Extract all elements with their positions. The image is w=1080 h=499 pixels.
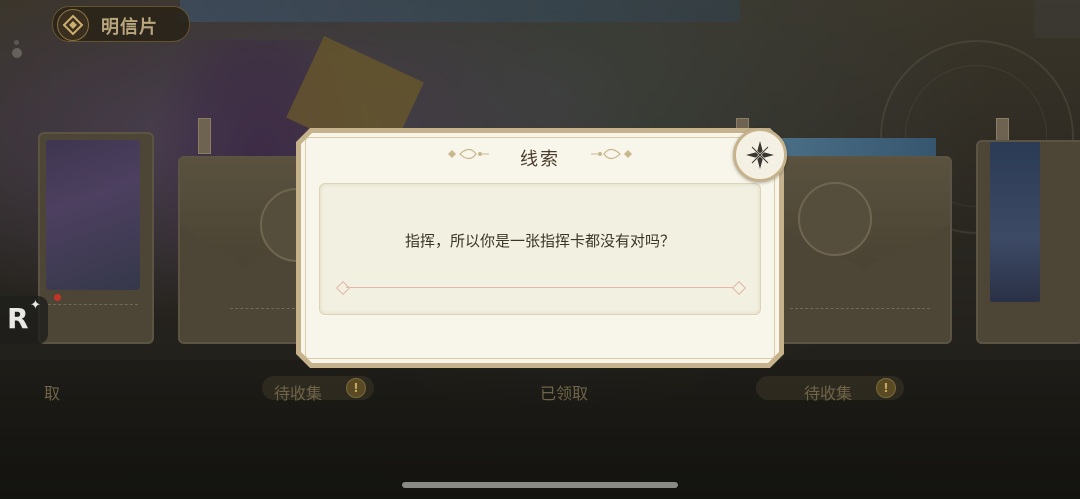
envelope-seal <box>798 182 872 256</box>
back-button[interactable] <box>57 9 89 41</box>
new-dot-indicator <box>54 294 61 301</box>
close-icon <box>746 141 774 169</box>
card-status-label: 待收集 <box>274 384 323 403</box>
postcard-card[interactable] <box>38 132 154 344</box>
clue-content-box: 指挥，所以你是一张指挥卡都没有对吗？ <box>319 183 761 315</box>
back-arrow-icon <box>62 14 84 36</box>
home-indicator[interactable] <box>402 482 678 488</box>
postcard-photo <box>46 140 140 290</box>
sparkle-icon: ✦ <box>30 298 41 313</box>
logo-letter: R <box>7 302 29 335</box>
background-banner <box>180 0 740 22</box>
card-divider <box>48 304 138 305</box>
page-title: 明信片 <box>101 17 158 38</box>
bubble-decoration <box>14 40 19 45</box>
clue-dialog: 线索 指挥，所以你是一张指挥卡都没有对吗？ <box>296 128 787 368</box>
postcard-envelope[interactable] <box>178 156 334 344</box>
alert-badge-icon: ! <box>876 378 896 398</box>
alert-badge-icon: ! <box>346 378 366 398</box>
rule-end-ornament <box>731 280 747 296</box>
card-status-label: 待收集 <box>804 384 853 403</box>
postcard-envelope[interactable] <box>774 156 952 344</box>
rule-end-ornament <box>335 280 351 296</box>
title-ornament-right-icon <box>591 148 632 160</box>
postcard-photo-strip <box>776 138 936 158</box>
card-clip <box>198 118 211 154</box>
card-divider <box>230 308 300 309</box>
top-right-panel <box>1034 0 1080 38</box>
card-status-label: 取 <box>44 384 61 403</box>
clue-text: 指挥，所以你是一张指挥卡都没有对吗？ <box>404 232 675 250</box>
content-divider <box>346 287 736 288</box>
postcard-card[interactable] <box>976 140 1080 344</box>
card-status-label: 已领取 <box>540 384 589 403</box>
dialog-title: 线索 <box>520 149 560 170</box>
postcard-photo <box>990 142 1040 302</box>
page-header: 明信片 <box>52 6 190 42</box>
bubble-decoration <box>12 48 22 58</box>
close-button[interactable] <box>733 128 787 182</box>
card-divider <box>790 308 930 309</box>
overlay-logo[interactable]: R ✦ <box>0 296 48 344</box>
